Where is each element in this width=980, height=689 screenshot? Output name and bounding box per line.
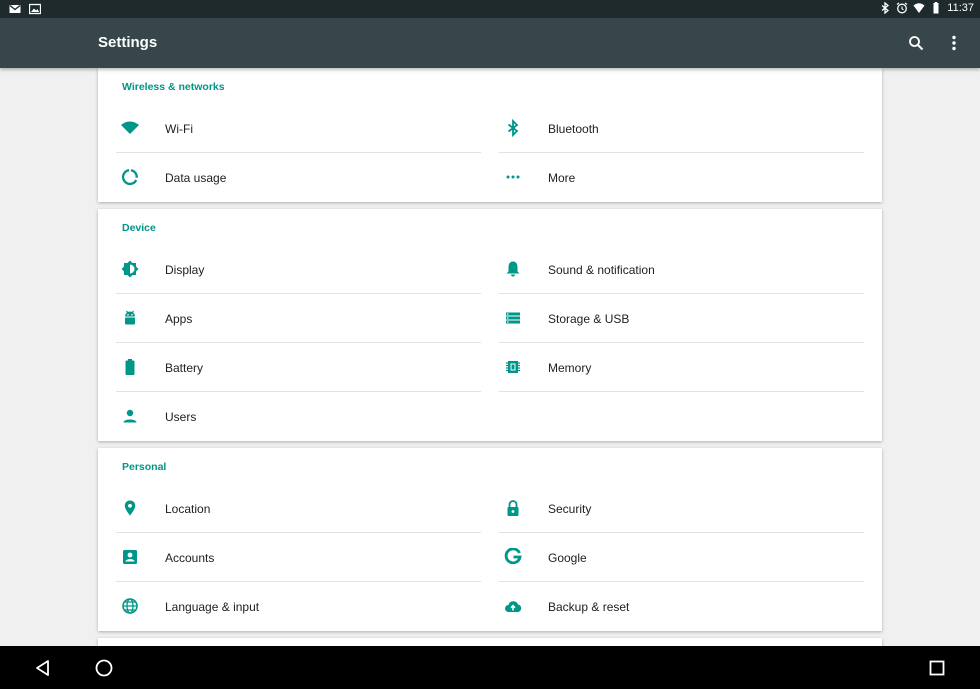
- item-label: Sound & notification: [548, 262, 655, 277]
- item-label: Users: [165, 409, 197, 424]
- item-label: Language & input: [165, 599, 260, 614]
- brightness-icon: [121, 260, 139, 278]
- data-usage-icon: [121, 169, 138, 186]
- item-label: Location: [165, 501, 211, 516]
- section-header: Device: [122, 222, 156, 234]
- settings-item-wifi[interactable]: Wi-Fi: [116, 104, 481, 153]
- account-box-icon: [123, 550, 137, 564]
- wifi-icon: [913, 3, 925, 13]
- settings-item-accounts[interactable]: Accounts: [116, 533, 481, 582]
- memory-icon: [506, 361, 520, 373]
- settings-item-sound-notification[interactable]: Sound & notification: [499, 245, 864, 294]
- bluetooth-icon: [881, 2, 890, 14]
- settings-item-battery[interactable]: Battery: [116, 343, 481, 392]
- page-title: Settings: [98, 34, 158, 51]
- settings-item-bluetooth[interactable]: Bluetooth: [499, 104, 864, 153]
- item-label: Apps: [165, 311, 193, 326]
- item-label: Storage & USB: [548, 311, 630, 326]
- bluetooth-icon: [507, 119, 519, 137]
- recents-icon[interactable]: [926, 657, 948, 679]
- home-icon[interactable]: [93, 657, 115, 679]
- battery-icon: [933, 2, 939, 14]
- item-label: More: [548, 170, 576, 185]
- status-time: 11:37: [947, 2, 974, 14]
- item-label: Data usage: [165, 170, 227, 185]
- section-header: Personal: [122, 461, 167, 473]
- overflow-menu-button[interactable]: [942, 31, 966, 55]
- item-label: Display: [165, 262, 205, 277]
- globe-icon: [122, 598, 138, 614]
- settings-item-users[interactable]: Users: [116, 392, 481, 441]
- item-label: Bluetooth: [548, 121, 599, 136]
- android-icon: [125, 310, 135, 325]
- settings-item-google[interactable]: Google: [499, 533, 864, 582]
- settings-item-language-input[interactable]: Language & input: [116, 582, 481, 631]
- settings-item-memory[interactable]: Memory: [499, 343, 864, 392]
- wifi-icon: [121, 121, 139, 134]
- item-label: Backup & reset: [548, 599, 630, 614]
- item-label: Memory: [548, 360, 592, 375]
- settings-item-storage-usb[interactable]: Storage & USB: [499, 294, 864, 343]
- bell-icon: [506, 261, 520, 277]
- status-bar: 11:37: [0, 0, 980, 18]
- navigation-bar: [0, 646, 980, 689]
- search-button[interactable]: [904, 31, 928, 55]
- back-icon[interactable]: [32, 657, 54, 679]
- wireless-networks-card: Wireless & networks Wi-Fi Bluetooth Data…: [98, 68, 882, 202]
- section-header: Wireless & networks: [122, 81, 225, 93]
- alarm-icon: [896, 2, 908, 14]
- battery-icon: [125, 359, 135, 375]
- personal-card: Personal Location Security Accounts Goog…: [98, 448, 882, 631]
- settings-item-data-usage[interactable]: Data usage: [116, 153, 481, 202]
- cloud-upload-icon: [505, 601, 522, 612]
- location-pin-icon: [124, 500, 136, 516]
- item-label: Wi-Fi: [165, 121, 193, 136]
- app-bar: Settings: [0, 18, 980, 68]
- more-horiz-icon: [506, 175, 520, 179]
- search-icon: [909, 36, 924, 51]
- settings-item-apps[interactable]: Apps: [116, 294, 481, 343]
- storage-icon: [506, 312, 520, 324]
- item-label: Google: [548, 550, 587, 565]
- gmail-icon: [9, 4, 21, 13]
- settings-list[interactable]: Wireless & networks Wi-Fi Bluetooth Data…: [0, 68, 980, 646]
- settings-item-security[interactable]: Security: [499, 484, 864, 533]
- google-icon: [504, 548, 522, 565]
- image-icon: [29, 3, 41, 15]
- device-card: Device Display Sound & notification Apps…: [98, 209, 882, 441]
- lock-icon: [507, 500, 519, 516]
- settings-item-display[interactable]: Display: [116, 245, 481, 294]
- person-icon: [123, 409, 137, 423]
- settings-item-backup-reset[interactable]: Backup & reset: [499, 582, 864, 631]
- settings-item-location[interactable]: Location: [116, 484, 481, 533]
- settings-item-more[interactable]: More: [499, 153, 864, 202]
- next-section-card: [98, 638, 882, 646]
- item-label: Security: [548, 501, 592, 516]
- overflow-menu-icon: [952, 35, 956, 51]
- item-label: Accounts: [165, 550, 215, 565]
- item-label: Battery: [165, 360, 204, 375]
